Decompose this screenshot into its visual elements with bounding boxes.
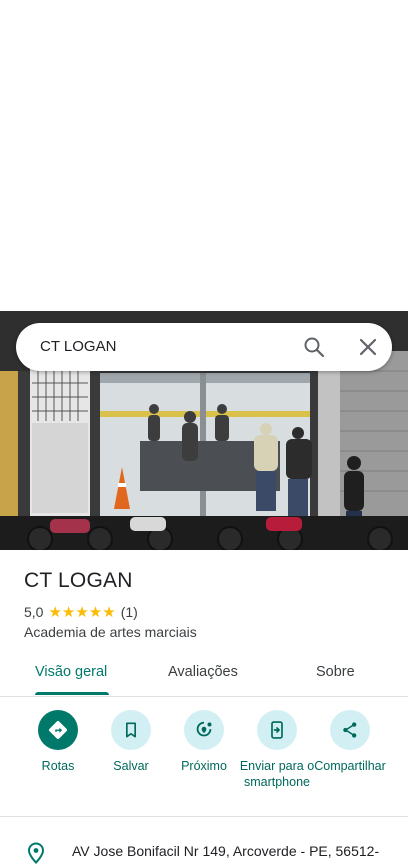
- save-circle: [111, 710, 151, 750]
- close-icon[interactable]: [356, 335, 380, 359]
- nearby-label: Próximo: [181, 759, 227, 773]
- share-circle: [330, 710, 370, 750]
- share-icon: [343, 722, 357, 738]
- directions-circle: [38, 710, 78, 750]
- rating-value: 5,0: [24, 604, 44, 620]
- nearby-circle: [184, 710, 224, 750]
- directions-label: Rotas: [41, 759, 75, 773]
- place-title: CT LOGAN: [24, 569, 133, 592]
- nearby-button[interactable]: Próximo: [164, 708, 244, 774]
- search-icon[interactable]: [302, 335, 326, 359]
- search-bar[interactable]: CT LOGAN: [16, 323, 392, 371]
- action-row: Rotas Salvar Próximo Enviar para o smart…: [0, 708, 408, 808]
- rating-row[interactable]: 5,0 ★★★★★ (1): [24, 603, 138, 621]
- star-rating-icon: ★★★★★: [48, 604, 116, 621]
- directions-button[interactable]: Rotas: [18, 708, 98, 774]
- section-divider: [0, 816, 408, 817]
- save-label: Salvar: [113, 759, 149, 773]
- place-category: Academia de artes marciais: [24, 624, 197, 640]
- send-to-phone-button[interactable]: Enviar para o smartphone: [237, 708, 317, 790]
- tab-overview[interactable]: Visão geral: [35, 664, 107, 680]
- directions-icon: [49, 721, 67, 739]
- active-tab-indicator: [35, 692, 109, 695]
- send-to-phone-label: Enviar para o smartphone: [239, 759, 315, 789]
- share-label: Compartilhar: [314, 759, 386, 773]
- bookmark-icon: [126, 722, 136, 738]
- send-to-phone-icon: [271, 721, 283, 739]
- tab-about[interactable]: Sobre: [316, 664, 355, 680]
- review-count: (1): [120, 604, 138, 620]
- address-text[interactable]: AV Jose Bonifacil Nr 149, Arcoverde - PE…: [72, 843, 379, 859]
- save-button[interactable]: Salvar: [91, 708, 171, 774]
- share-button[interactable]: Compartilhar: [310, 708, 390, 774]
- tab-reviews[interactable]: Avaliações: [168, 664, 238, 680]
- search-input[interactable]: CT LOGAN: [40, 338, 116, 355]
- send-to-phone-circle: [257, 710, 297, 750]
- tab-bar: Visão geral Avaliações Sobre: [0, 650, 408, 697]
- nearby-icon: [196, 721, 212, 737]
- location-pin-icon: [27, 842, 45, 864]
